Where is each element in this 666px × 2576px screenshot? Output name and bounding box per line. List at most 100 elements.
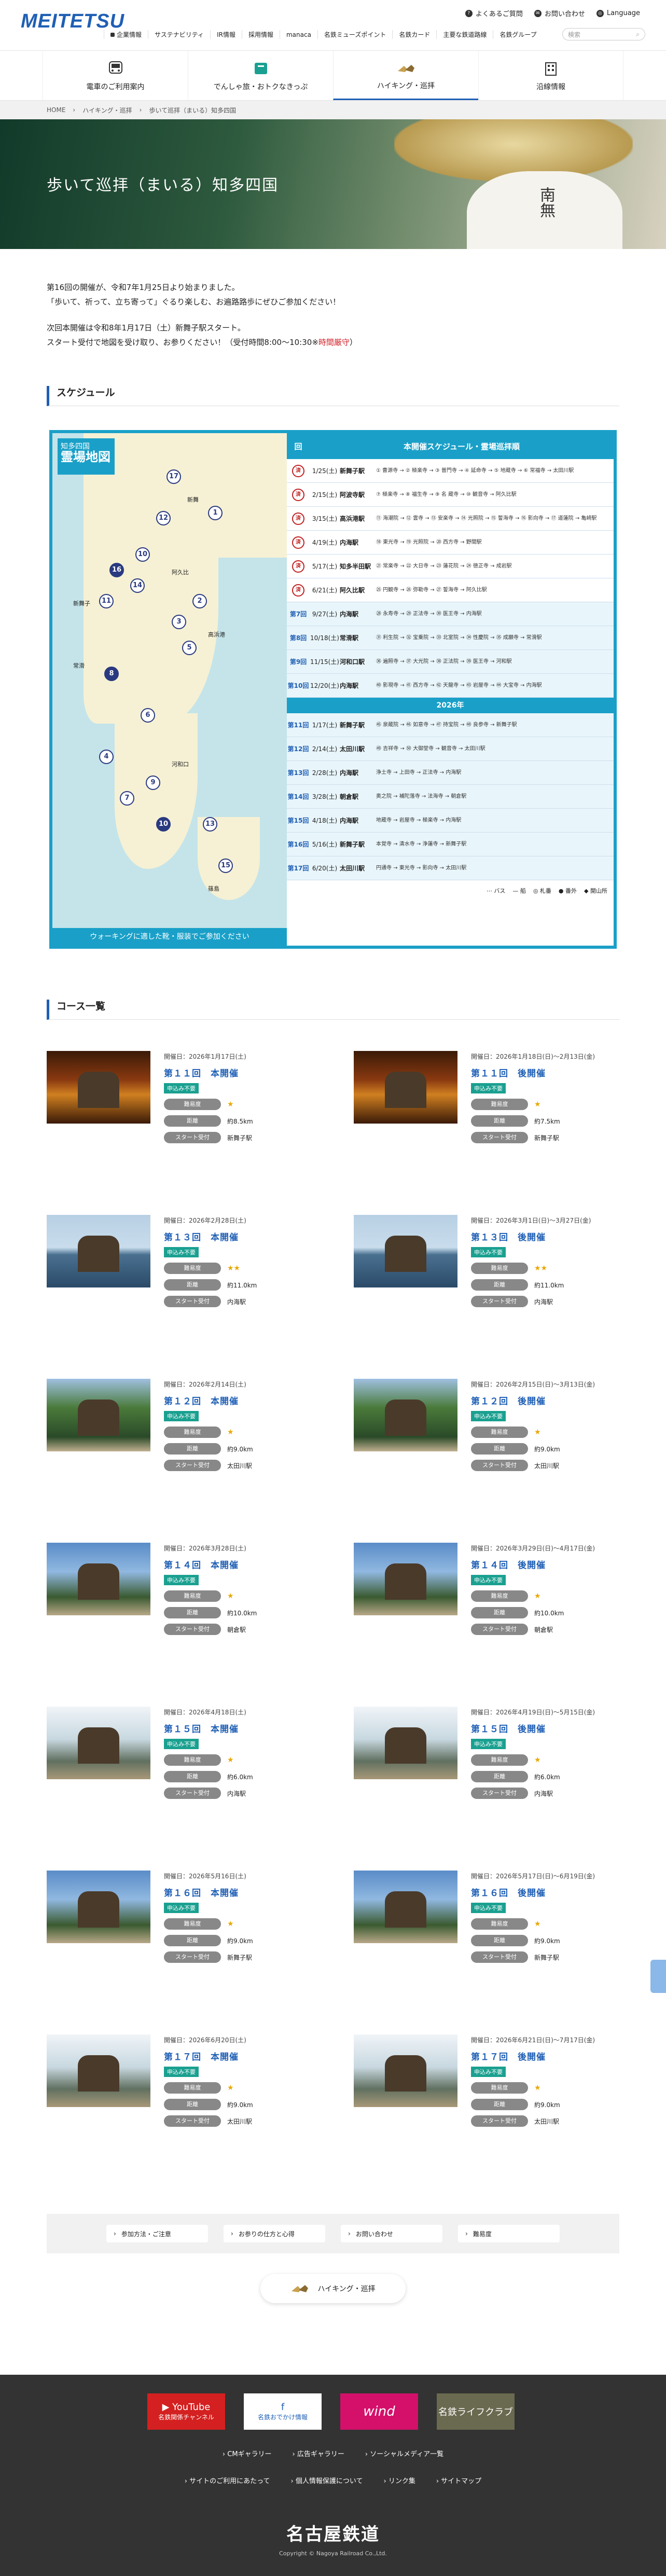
footer-link[interactable]: ソーシャルメディア一覧 [365, 2448, 443, 2458]
lifeclub-banner[interactable]: 名鉄ライフクラブ [437, 2393, 515, 2430]
course-title[interactable]: 第１３回 後開催 [471, 1230, 619, 1243]
footer-link[interactable]: サイトのご利用にあたって [185, 2475, 270, 2485]
breadcrumb: HOME › ハイキング・巡拝 › 歩いて巡拝（まいる）知多四国 [0, 101, 666, 119]
course-title[interactable]: 第１１回 本開催 [164, 1066, 312, 1079]
link-how-to-join[interactable]: › 参加方法・ご注意 [106, 2225, 208, 2242]
course-card[interactable]: 開催日：2026年4月19日(日)〜5月15日(金) 第１５回 後開催 申込み不要難… [354, 1707, 619, 1871]
course-title[interactable]: 第１５回 後開催 [471, 1722, 619, 1735]
category-tab-trains[interactable]: 電車のご利用案内 [43, 51, 188, 100]
course-card[interactable]: 開催日：2026年5月17日(日)〜6月19日(金) 第１６回 後開催 申込み不要難… [354, 1871, 619, 2034]
global-nav-item[interactable]: 企業情報 [104, 30, 148, 39]
course-photo[interactable] [354, 1871, 457, 1943]
facebook-banner[interactable]: f 名鉄おでかけ情報 [244, 2393, 322, 2430]
intro-line: 第16回の開催が、令和7年1月25日より始まりました。 [47, 283, 240, 292]
faq-link[interactable]: ? よくあるご質問 [465, 8, 523, 18]
course-card[interactable]: 開催日：2026年1月18日(日)〜2月13日(金) 第１１回 後開催 申込み不要難… [354, 1051, 619, 1215]
course-title[interactable]: 第１７回 本開催 [164, 2049, 312, 2062]
course-card[interactable]: 開催日：2026年6月20日(土) 第１７回 本開催 申込み不要 難易度 ★ 距離 約9.0… [47, 2034, 312, 2198]
course-photo[interactable] [47, 2034, 150, 2107]
course-card[interactable]: 開催日：2026年3月1日(日)〜3月27日(金) 第１３回 後開催 申込み不要 難易… [354, 1215, 619, 1379]
course-photo[interactable] [47, 1051, 150, 1124]
round-label: 第17回 [287, 865, 309, 872]
global-nav-item[interactable]: manaca [279, 30, 317, 39]
footer-corp-logo[interactable]: 名古屋鉄道 [0, 2520, 666, 2545]
course-card[interactable]: 開催日：2026年3月28日(土) 第１４回 本開催 申込み不要 難易度 ★ 距離 約10.… [47, 1543, 312, 1707]
course-photo[interactable] [47, 1379, 150, 1451]
course-card[interactable]: 開催日：2026年2月15日(日)〜3月13日(金) 第１２回 後開催 申込み不要難… [354, 1379, 619, 1543]
global-nav-item[interactable]: 名鉄グループ [493, 30, 543, 39]
course-photo[interactable] [354, 1543, 457, 1615]
schedule-rows: 済 1/25(土) 新舞子駅 ① 曹源寺 → ② 極楽寺 → ③ 普門寺 → ④ 延命… [287, 459, 614, 880]
youtube-banner[interactable]: ▶ YouTube 名鉄関係チャンネル [147, 2393, 225, 2430]
course-photo[interactable] [47, 1871, 150, 1943]
course-photo[interactable] [354, 1707, 457, 1779]
distance-value: 約6.0km [227, 1773, 253, 1781]
footer-link[interactable]: 個人情報保護について [291, 2475, 363, 2485]
footer-link[interactable]: リンク集 [383, 2475, 415, 2485]
course-card[interactable]: 開催日：2026年1月17日(土) 第１１回 本開催 申込み不要 難易度 ★ 距離 約8.5… [47, 1051, 312, 1215]
course-title[interactable]: 第１２回 本開催 [164, 1394, 312, 1407]
wind-banner[interactable]: wind [340, 2393, 418, 2430]
global-nav-item[interactable]: 採用情報 [241, 30, 280, 39]
difficulty-label: 難易度 [164, 1754, 221, 1766]
course-title[interactable]: 第１４回 本開催 [164, 1558, 312, 1571]
course-title[interactable]: 第１３回 本開催 [164, 1230, 312, 1243]
course-card[interactable]: 開催日：2026年2月28日(土) 第１３回 本開催 申込み不要 難易度 ★★ 距離 約11… [47, 1215, 312, 1379]
global-nav-item[interactable]: 名鉄カード [392, 30, 436, 39]
course-card[interactable]: 開催日：2026年5月16日(土) 第１６回 本開催 申込み不要 難易度 ★ 距離 約9.0… [47, 1871, 312, 2034]
global-nav-item[interactable]: IR情報 [210, 30, 242, 39]
global-nav-label: 名鉄カード [399, 31, 431, 38]
course-title[interactable]: 第１２回 後開催 [471, 1394, 619, 1407]
start-row: スタート受付 内海駅 [471, 1788, 619, 1799]
start-row: スタート受付 内海駅 [164, 1788, 312, 1799]
search-placeholder: 検索 [568, 31, 581, 38]
course-title[interactable]: 第１１回 後開催 [471, 1066, 619, 1079]
course-title[interactable]: 第１６回 本開催 [164, 1886, 312, 1899]
global-nav-item[interactable]: 名鉄ミューズポイント [317, 30, 392, 39]
scroll-side-tab[interactable] [650, 1960, 666, 1993]
temple-building-image [385, 1072, 426, 1108]
meitetsu-logo[interactable]: MEITETSU [21, 10, 124, 33]
link-manners[interactable]: › お参りの仕方と心得 [224, 2225, 325, 2242]
link-difficulty[interactable]: › 難易度 [458, 2225, 560, 2242]
search-icon[interactable]: ⌕ [636, 31, 640, 38]
course-photo[interactable] [354, 1379, 457, 1451]
breadcrumb-home[interactable]: HOME [47, 106, 65, 114]
banner-label: 名鉄関係チャンネル [158, 2414, 214, 2421]
category-tab-hiking[interactable]: ハイキング・巡拝 [333, 51, 478, 100]
map-title: 知多四国 霊場地図 [58, 438, 115, 475]
footer-link[interactable]: サイトマップ [436, 2475, 481, 2485]
start-station: 太田川駅 [340, 745, 365, 753]
breadcrumb-hiking[interactable]: ハイキング・巡拝 [82, 106, 132, 115]
course-card[interactable]: 開催日：2026年4月18日(土) 第１５回 本開催 申込み不要 難易度 ★ 距離 約6.0… [47, 1707, 312, 1871]
course-title[interactable]: 第１５回 本開催 [164, 1722, 312, 1735]
course-title[interactable]: 第１７回 後開催 [471, 2049, 619, 2062]
category-tab-area[interactable]: 沿線情報 [478, 51, 623, 100]
course-photo[interactable] [47, 1215, 150, 1287]
course-card[interactable]: 開催日：2026年2月14日(土) 第１２回 本開催 申込み不要 難易度 ★ 距離 約9.0… [47, 1379, 312, 1543]
course-photo[interactable] [354, 2034, 457, 2107]
link-contact[interactable]: › お問い合わせ [341, 2225, 442, 2242]
course-title[interactable]: 第１４回 後開催 [471, 1558, 619, 1571]
category-tab-tickets[interactable]: でんしゃ旅・おトクなきっぷ [188, 51, 333, 100]
round-date: 10/18(土) [310, 634, 339, 642]
course-photo[interactable] [354, 1051, 457, 1124]
footer-link[interactable]: CMギャラリー [223, 2448, 271, 2458]
course-photo[interactable] [47, 1543, 150, 1615]
course-photo[interactable] [354, 1215, 457, 1287]
course-title[interactable]: 第１６回 後開催 [471, 1886, 619, 1899]
courses-heading: コース一覧 [47, 1000, 619, 1020]
course-card[interactable]: 開催日：2026年6月21日(日)〜7月17日(金) 第１７回 後開催 申込み不要難… [354, 2034, 619, 2198]
footer-link[interactable]: 広告ギャラリー [293, 2448, 344, 2458]
distance-row: 距離 約10.0km [471, 1607, 619, 1618]
search-input[interactable]: 検索 ⌕ [562, 28, 645, 40]
start-label: スタート受付 [471, 1624, 528, 1635]
course-photo[interactable] [47, 1707, 150, 1779]
back-to-hiking-button[interactable]: ハイキング・巡拝 [260, 2274, 406, 2303]
language-link[interactable]: ◎ Language [596, 8, 640, 18]
contact-link[interactable]: ✉ お問い合わせ [534, 8, 585, 18]
global-nav-item[interactable]: サステナビリティ [148, 30, 210, 39]
global-nav-item[interactable]: 主要な鉄道路線 [436, 30, 493, 39]
chevron-right-icon: › [73, 106, 76, 114]
course-card[interactable]: 開催日：2026年3月29日(日)〜4月17日(金) 第１４回 後開催 申込み不要難… [354, 1543, 619, 1707]
